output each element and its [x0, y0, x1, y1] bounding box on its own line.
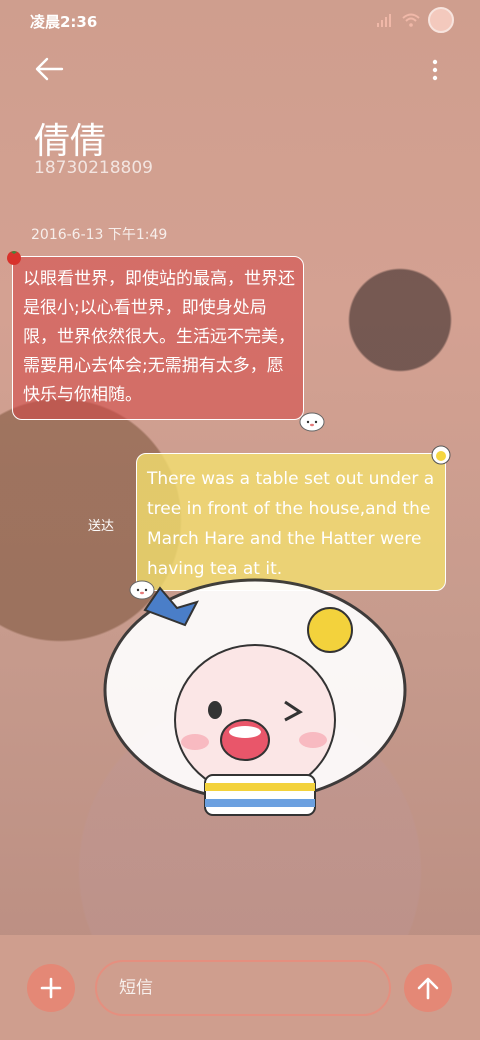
send-arrow-icon	[417, 977, 439, 1000]
message-input[interactable]	[95, 960, 391, 1016]
tomato-sticker-icon	[7, 251, 21, 265]
contact-number: 18730218809	[34, 158, 153, 178]
delivery-status: 送达	[88, 519, 115, 534]
message-timestamp: 2016-6-13 下午1:49	[31, 227, 168, 243]
sheep-mascot-illustration	[103, 578, 407, 816]
plus-icon	[40, 977, 62, 999]
status-bar: 凌晨2:36	[0, 0, 480, 40]
status-time: 凌晨2:36	[30, 13, 98, 31]
battery-icon	[428, 7, 454, 33]
add-attachment-button[interactable]	[27, 964, 75, 1012]
back-arrow-icon	[35, 57, 64, 81]
incoming-message-bubble[interactable]: 以眼看世界，即使站的最高，世界还是很小;以心看世界，即使身处局限，世界依然很大。…	[12, 256, 304, 420]
contact-name: 倩倩	[34, 121, 107, 162]
more-vertical-icon	[432, 59, 438, 81]
more-options-button[interactable]	[430, 58, 440, 82]
signal-icon	[377, 14, 391, 27]
send-button[interactable]	[404, 964, 452, 1012]
sheep-sticker-icon	[299, 412, 325, 432]
chick-sticker-icon	[431, 445, 451, 465]
back-button[interactable]	[34, 56, 64, 82]
status-icons	[376, 7, 454, 33]
wifi-icon	[402, 13, 420, 27]
